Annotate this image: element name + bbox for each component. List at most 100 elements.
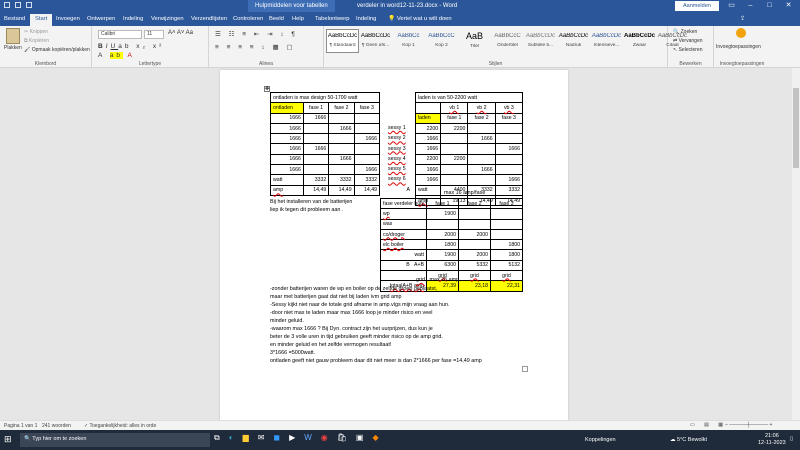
tab-indeling-tabel[interactable]: Indeling xyxy=(356,16,376,22)
t1-cell: 1666 xyxy=(302,112,330,124)
ribbon-options-icon[interactable]: ▭ xyxy=(722,0,741,12)
store-icon[interactable]: 🛍 xyxy=(337,433,347,443)
search-icon: 🔍 xyxy=(24,436,31,442)
replace-button[interactable]: ⇄ Vervangen xyxy=(673,38,703,44)
save-icon[interactable] xyxy=(4,2,10,8)
maximize-button[interactable]: □ xyxy=(760,0,779,12)
t1-cell: 3332 xyxy=(328,174,355,186)
taskbar-search[interactable]: 🔍 Typ hier om te zoeken xyxy=(20,433,210,447)
font-size-select[interactable]: 11 xyxy=(144,30,164,39)
close-button[interactable]: ✕ xyxy=(779,0,798,12)
tab-controleren[interactable]: Controleren xyxy=(233,16,263,22)
t3-cell xyxy=(489,228,524,241)
windows-start-icon[interactable]: ⊞ xyxy=(4,434,12,445)
edge-icon[interactable]: ◐ xyxy=(229,433,234,443)
t1-cell: 1666 xyxy=(353,133,381,145)
vertical-scrollbar[interactable] xyxy=(792,68,800,420)
style-subtiele-benadrukking[interactable]: AaBbCcDc Subtiele b... xyxy=(524,29,557,53)
share-icon[interactable]: ⇪ xyxy=(740,16,745,22)
format-painter-button[interactable]: 🖌 Opmaak kopiëren/plakken xyxy=(24,47,90,53)
sign-in-button[interactable]: Aanmelden xyxy=(675,1,719,11)
find-button[interactable]: 🔍 Zoeken xyxy=(673,29,697,35)
ab-label: A+B xyxy=(414,262,424,269)
weather-widget[interactable]: ☁ 5°C Bewolkt xyxy=(670,437,707,443)
style-standaard[interactable]: AaBbCcDc ¶ Standaard xyxy=(326,29,359,53)
tab-beeld[interactable]: Beeld xyxy=(269,16,284,22)
view-buttons[interactable]: ▭ ▤ ▦ xyxy=(690,422,727,428)
clock[interactable]: 21:06 12-11-2023 xyxy=(758,433,786,447)
koppelingen-label[interactable]: Koppelingen xyxy=(585,437,616,443)
tab-indeling[interactable]: Indeling xyxy=(123,16,143,22)
tab-help[interactable]: Help xyxy=(292,16,304,22)
chrome-icon[interactable]: ◉ xyxy=(321,433,328,443)
sessy-label: sessy 1 xyxy=(388,125,406,131)
addins-group-label: Invoegtoepassingen xyxy=(719,61,765,67)
page-count[interactable]: Pagina 1 van 1 xyxy=(4,423,37,429)
minimize-button[interactable]: – xyxy=(741,0,760,12)
cut-button[interactable]: ✂ Knippen xyxy=(24,29,48,35)
font-format-buttons[interactable]: BIUab x₂ x² xyxy=(98,43,164,50)
copy-button[interactable]: ⧉ Kopiëren xyxy=(24,38,49,44)
t2-cell: 2200 xyxy=(440,153,469,166)
word-count[interactable]: 241 woorden xyxy=(42,423,71,429)
font-name-select[interactable]: Calibri xyxy=(98,30,142,39)
scrollbar-thumb[interactable] xyxy=(793,88,799,168)
intro-line: Bij het installeren van de batterijen xyxy=(270,199,353,205)
paste-icon[interactable] xyxy=(6,28,20,44)
addins-button[interactable]: Invoegtoepassingen xyxy=(716,44,761,50)
tab-ontwerpen[interactable]: Ontwerpen xyxy=(87,16,115,22)
notifications-icon[interactable]: ▯ xyxy=(790,436,793,442)
mail-icon[interactable]: ✉ xyxy=(258,433,265,443)
app-icon[interactable]: ▣ xyxy=(356,433,364,443)
media-icon[interactable]: ▶ xyxy=(289,433,295,443)
style-intensieve-nadruk[interactable]: AaBbCcDc Intensieve... xyxy=(590,29,623,53)
tab-bestand[interactable]: Bestand xyxy=(4,16,25,22)
outlook-icon[interactable]: ◼ xyxy=(273,433,280,443)
style-geen-afstand[interactable]: AaBbCcDc ¶ Geen afs... xyxy=(359,29,392,53)
t2-header-cell: fase 2 xyxy=(467,112,496,124)
list-buttons[interactable]: ☰ ☷ ≡ ⇤ ⇥ ↕ ¶ xyxy=(215,30,298,38)
style-ondertitel[interactable]: AaBbCcC Ondertitel xyxy=(491,29,524,53)
zoom-slider[interactable]: – ─────┼───── + xyxy=(725,422,772,428)
context-tab-label: Hulpmiddelen voor tabellen xyxy=(248,0,335,12)
font-color-buttons[interactable]: A ab A xyxy=(98,52,135,59)
notes-icon[interactable]: ◆ xyxy=(372,433,378,443)
task-view-icon[interactable]: ⧉ xyxy=(214,433,220,443)
t1-cell: 1666 xyxy=(270,133,304,145)
table-resize-handle[interactable] xyxy=(522,366,528,372)
t3-header-cell: fase 2 xyxy=(457,197,491,210)
b-label: B xyxy=(406,262,410,269)
style-nadruk[interactable]: AaBbCcDc Nadruk xyxy=(557,29,590,53)
accessibility-status[interactable]: ✓ Toegankelijkheid: alles in orde xyxy=(84,423,156,429)
t2-cell: 2200 xyxy=(440,122,469,135)
document-page[interactable]: ✥ ontladen is max design 50-1700 watt on… xyxy=(220,70,568,420)
t3-cell: elc boiler xyxy=(380,239,427,251)
style-kop-1[interactable]: AaBbCc Kop 1 xyxy=(392,29,425,53)
select-button[interactable]: ↖ Selecteren xyxy=(673,47,703,53)
tab-verwijzingen[interactable]: Verwijzingen xyxy=(151,16,184,22)
quick-access-toolbar xyxy=(4,2,32,8)
paste-button[interactable]: Plakken xyxy=(4,45,22,51)
t2-header-cell: fase 1 xyxy=(440,112,469,124)
redo-icon[interactable] xyxy=(26,2,32,8)
t3-header-cell: fase verdeler huis xyxy=(380,197,427,210)
style-titel[interactable]: AaB Titel xyxy=(458,29,491,53)
tab-verzendlijsten[interactable]: Verzendlijsten xyxy=(191,16,227,22)
style-zwaar[interactable]: AaBbCcDc Zwaar xyxy=(623,29,656,53)
addins-group: Invoegtoepassingen Invoegtoepassingen xyxy=(714,26,770,68)
discharge-table[interactable]: ontladen is max design 50-1700 watt ontl… xyxy=(270,91,381,196)
file-explorer-icon[interactable]: ▆ xyxy=(243,433,249,443)
tab-start[interactable]: Start xyxy=(30,14,53,26)
table-row: 1666 1666 xyxy=(414,174,524,186)
tell-me-search[interactable]: 💡 Vertel wat u wilt doen xyxy=(388,16,452,22)
word-icon[interactable]: W xyxy=(304,433,312,443)
search-icon: 🔍 xyxy=(673,29,680,35)
t2-cell xyxy=(494,153,524,166)
undo-icon[interactable] xyxy=(15,2,21,8)
align-buttons[interactable]: ≡ ≡ ≡ ≡ ↕ ▦ ▢ xyxy=(215,43,296,51)
addins-icon[interactable] xyxy=(736,28,746,38)
tab-invoegen[interactable]: Invoegen xyxy=(56,16,80,22)
tab-tabelontwerp[interactable]: Tabelontwerp xyxy=(315,16,349,22)
style-kop-2[interactable]: AaBbCcC Kop 2 xyxy=(425,29,458,53)
grow-font-icon[interactable]: A˄ A˅ Aa xyxy=(168,30,193,36)
